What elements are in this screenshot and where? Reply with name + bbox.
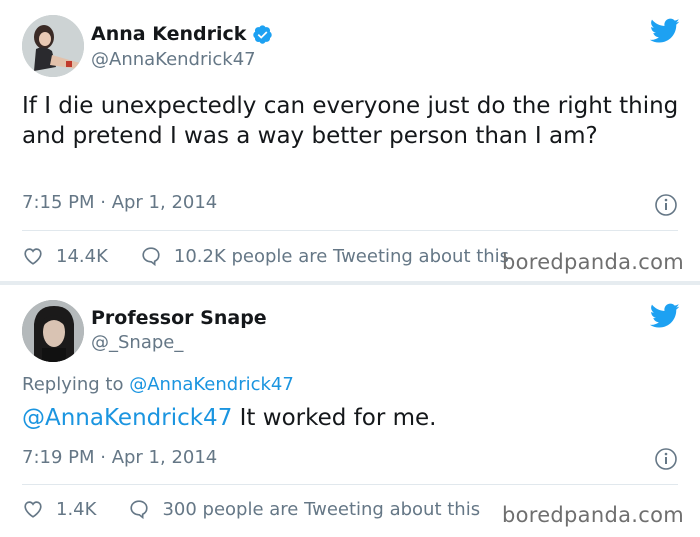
info-icon[interactable]	[654, 193, 678, 217]
display-name-text[interactable]: Anna Kendrick	[91, 23, 246, 45]
watermark: boredpanda.com	[501, 250, 684, 274]
heart-icon[interactable]	[22, 245, 44, 267]
mention-link[interactable]: @AnnaKendrick47	[22, 405, 232, 431]
tweeting-count[interactable]: 300 people are Tweeting about this	[162, 499, 480, 520]
watermark: boredpanda.com	[501, 503, 684, 527]
tweet-text: If I die unexpectedly can everyone just …	[22, 93, 679, 149]
tweet-text-body: It worked for me.	[232, 405, 437, 431]
twitter-bird-icon[interactable]	[650, 303, 680, 329]
twitter-bird-icon[interactable]	[650, 18, 680, 44]
speech-bubble-icon[interactable]	[128, 498, 150, 520]
avatar[interactable]	[22, 300, 84, 362]
tweet-text: @AnnaKendrick47 It worked for me.	[22, 403, 682, 433]
handle[interactable]: @_Snape_	[91, 332, 183, 353]
display-name[interactable]: Professor Snape	[91, 307, 267, 329]
handle[interactable]: @AnnaKendrick47	[91, 49, 256, 70]
tweeting-count[interactable]: 10.2K people are Tweeting about this	[174, 246, 509, 267]
like-count[interactable]: 14.4K	[56, 246, 108, 267]
timestamp[interactable]: 7:15 PM · Apr 1, 2014	[22, 192, 217, 213]
avatar[interactable]	[22, 15, 84, 77]
replying-to: Replying to @AnnaKendrick47	[22, 374, 294, 395]
replying-to-handle[interactable]: @AnnaKendrick47	[129, 374, 294, 395]
speech-bubble-icon[interactable]	[140, 245, 162, 267]
heart-icon[interactable]	[22, 498, 44, 520]
tweet-card: Professor Snape @_Snape_ Replying to @An…	[0, 285, 700, 537]
divider	[22, 484, 678, 485]
tweet-actions: 1.4K 300 people are Tweeting about this	[22, 498, 480, 520]
display-name[interactable]: Anna Kendrick	[91, 23, 273, 45]
info-icon[interactable]	[654, 447, 678, 471]
like-count[interactable]: 1.4K	[56, 499, 96, 520]
tweet-card: Anna Kendrick @AnnaKendrick47 If I die u…	[0, 0, 700, 281]
tweet-actions: 14.4K 10.2K people are Tweeting about th…	[22, 245, 509, 267]
divider	[22, 230, 678, 231]
replying-to-label: Replying to	[22, 374, 124, 395]
timestamp[interactable]: 7:19 PM · Apr 1, 2014	[22, 447, 217, 468]
verified-badge-icon	[253, 24, 273, 44]
